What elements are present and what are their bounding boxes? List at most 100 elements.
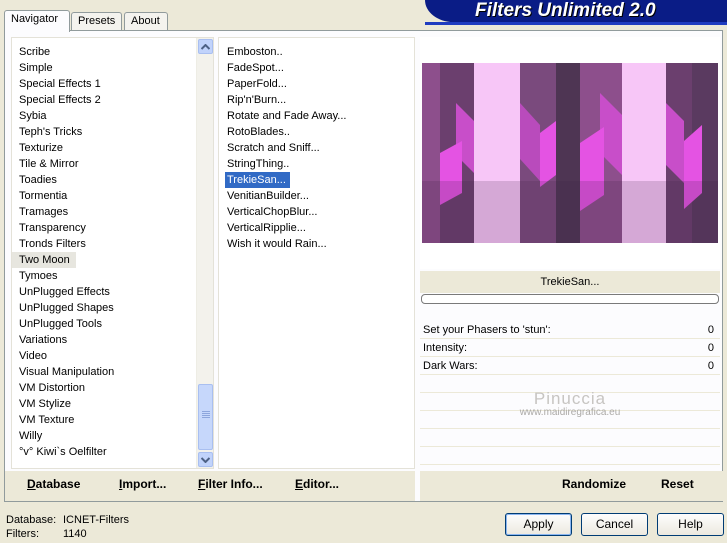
filter-items: Emboston.. FadeSpot... PaperFold... Rip'n'B…	[219, 38, 414, 252]
category-item[interactable]: UnPlugged Shapes	[12, 300, 213, 316]
editor-button[interactable]: Editor...	[295, 477, 339, 491]
apply-button[interactable]: Apply	[505, 513, 572, 536]
category-item[interactable]: Toadies	[12, 172, 213, 188]
category-list[interactable]: Scribe Simple Special Effects 1 Special Eff…	[11, 37, 214, 469]
chevron-up-icon	[201, 43, 210, 50]
filter-list[interactable]: Emboston.. FadeSpot... PaperFold... Rip'n'B…	[218, 37, 415, 469]
filter-item[interactable]: Emboston..	[219, 44, 414, 60]
category-item-label: Special Effects 2	[19, 94, 101, 106]
category-item[interactable]: Simple	[12, 60, 213, 76]
filter-item[interactable]: Rip'n'Burn...	[219, 92, 414, 108]
category-item[interactable]: Tymoes	[12, 268, 213, 284]
category-item[interactable]: Texturize	[12, 140, 213, 156]
category-item[interactable]: Tormentia	[12, 188, 213, 204]
filter-item[interactable]: PaperFold...	[219, 76, 414, 92]
filter-item[interactable]: VenitianBuilder...	[219, 188, 414, 204]
filter-info-button[interactable]: Filter Info...	[198, 477, 263, 491]
database-button-label: Database	[27, 477, 81, 491]
category-item[interactable]: Special Effects 1	[12, 76, 213, 92]
category-item[interactable]: Tile & Mirror	[12, 156, 213, 172]
category-item[interactable]: Transparency	[12, 220, 213, 236]
help-button[interactable]: Help	[657, 513, 724, 536]
filter-item[interactable]: StringThing..	[219, 156, 414, 172]
filter-name: TrekieSan...	[540, 276, 600, 288]
category-item[interactable]: UnPlugged Tools	[12, 316, 213, 332]
filter-item[interactable]: Wish it would Rain...	[219, 236, 414, 252]
category-item[interactable]: Sybia	[12, 108, 213, 124]
category-item-label: Texturize	[19, 142, 64, 154]
filter-item-label: Wish it would Rain...	[227, 238, 327, 250]
category-item[interactable]: Special Effects 2	[12, 92, 213, 108]
category-item[interactable]: Two Moon	[12, 252, 213, 268]
param-label: Dark Wars:	[423, 360, 478, 372]
current-filter-label: TrekieSan...	[420, 271, 720, 293]
filter-item[interactable]: RotoBlades..	[219, 124, 414, 140]
tab-navigator[interactable]: Navigator	[4, 10, 70, 32]
scroll-down-button[interactable]	[198, 452, 213, 467]
category-item-label: Visual Manipulation	[19, 366, 115, 378]
filter-item[interactable]: FadeSpot...	[219, 60, 414, 76]
filter-item-label: Rip'n'Burn...	[227, 94, 287, 106]
tab-about[interactable]: About	[124, 12, 168, 31]
param-value: 0	[707, 360, 714, 372]
category-item[interactable]: Teph's Tricks	[12, 124, 213, 140]
cancel-button-label: Cancel	[595, 517, 634, 531]
category-item[interactable]: °v° Kiwi`s Oelfilter	[12, 444, 213, 460]
category-item[interactable]: VM Texture	[12, 412, 213, 428]
filter-item-label: VenitianBuilder...	[227, 190, 309, 202]
tab-label: Presets	[78, 15, 116, 27]
import-button[interactable]: Import...	[119, 477, 166, 491]
category-item[interactable]: VM Distortion	[12, 380, 213, 396]
param-row[interactable]: Set your Phasers to 'stun': 0	[420, 321, 720, 339]
category-item[interactable]: VM Stylize	[12, 396, 213, 412]
watermark: Pinuccia www.maidiregrafica.eu	[420, 389, 720, 418]
banner-title: Filters Unlimited 2.0	[475, 0, 656, 21]
filter-item[interactable]: Scratch and Sniff...	[219, 140, 414, 156]
category-item-label: Tronds Filters	[19, 238, 86, 250]
database-button[interactable]: Database	[27, 477, 80, 491]
filter-item-label: RotoBlades..	[227, 126, 290, 138]
scroll-up-button[interactable]	[198, 39, 213, 54]
editor-button-label: Editor...	[295, 477, 340, 491]
category-item-label: Variations	[19, 334, 68, 346]
grip-line	[202, 413, 210, 414]
watermark-url: www.maidiregrafica.eu	[519, 407, 621, 418]
grip-line	[202, 415, 210, 416]
param-row[interactable]: Intensity: 0	[420, 339, 720, 357]
progress-bar	[421, 294, 719, 304]
category-item[interactable]: Variations	[12, 332, 213, 348]
filter-item-label: PaperFold...	[227, 78, 287, 90]
filter-item[interactable]: VerticalChopBlur...	[219, 204, 414, 220]
filter-item[interactable]: Rotate and Fade Away...	[219, 108, 414, 124]
category-item[interactable]: Tramages	[12, 204, 213, 220]
category-item[interactable]: Scribe	[12, 44, 213, 60]
param-label: Intensity:	[423, 342, 468, 354]
category-item[interactable]: Visual Manipulation	[12, 364, 213, 380]
tab-label: Navigator	[11, 13, 59, 25]
scroll-thumb[interactable]	[198, 384, 213, 450]
param-row[interactable]: Dark Wars: 0	[420, 357, 720, 375]
category-item[interactable]: UnPlugged Effects	[12, 284, 213, 300]
category-item-label: Tramages	[19, 206, 69, 218]
tab-label: About	[131, 15, 160, 27]
category-item-label: Two Moon	[12, 252, 76, 268]
category-item-label: UnPlugged Shapes	[19, 302, 114, 314]
reset-button[interactable]: Reset	[661, 477, 694, 491]
randomize-button[interactable]: Randomize	[562, 477, 626, 491]
category-scrollbar[interactable]	[196, 38, 213, 468]
filter-info-label: Filter Info...	[198, 477, 263, 491]
category-item-label: Tormentia	[19, 190, 68, 202]
filter-item[interactable]: TrekieSan...	[219, 172, 414, 188]
database-status-label: Database:	[6, 514, 57, 526]
category-item[interactable]: Tronds Filters	[12, 236, 213, 252]
cancel-button[interactable]: Cancel	[581, 513, 648, 536]
help-button-label: Help	[678, 517, 703, 531]
category-item[interactable]: Willy	[12, 428, 213, 444]
param-value: 0	[707, 342, 714, 354]
category-item[interactable]: Video	[12, 348, 213, 364]
category-item-label: VM Stylize	[19, 398, 71, 410]
filter-item[interactable]: VerticalRipplie...	[219, 220, 414, 236]
category-items: Scribe Simple Special Effects 1 Special Eff…	[12, 38, 213, 460]
randomize-button-label: Randomize	[562, 477, 627, 491]
tab-presets[interactable]: Presets	[71, 12, 122, 31]
